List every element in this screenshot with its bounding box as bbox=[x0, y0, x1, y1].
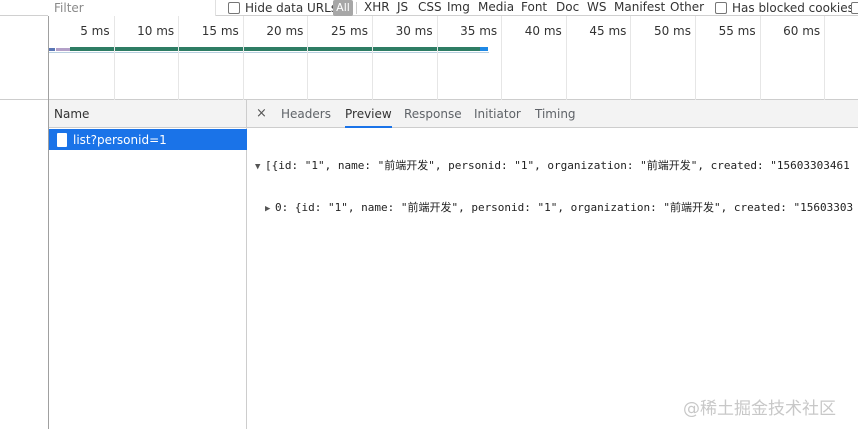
timeline-left-border bbox=[48, 16, 49, 100]
type-filter-manifest[interactable]: Manifest bbox=[614, 0, 665, 15]
type-filter-css[interactable]: CSS bbox=[418, 0, 442, 15]
timeline-overview[interactable]: 5 ms 10 ms 15 ms 20 ms 25 ms 30 ms 35 ms 40 ms 4… bbox=[0, 16, 858, 100]
tab-headers[interactable]: Headers bbox=[281, 100, 331, 128]
timeline-tick-label: 10 ms bbox=[137, 24, 175, 38]
checkbox-box[interactable] bbox=[851, 1, 858, 14]
filter-input[interactable] bbox=[48, 0, 216, 16]
timeline-gridline bbox=[307, 16, 309, 100]
document-icon bbox=[57, 132, 67, 147]
filter-toolbar: Hide data URLs All XHR JS CSS Img Media … bbox=[0, 0, 858, 16]
timeline-tick-label: 5 ms bbox=[80, 24, 110, 38]
checkbox-box[interactable] bbox=[715, 1, 727, 14]
timeline-tick-label: 60 ms bbox=[783, 24, 821, 38]
triangle-down-icon[interactable]: ▼ bbox=[255, 159, 265, 175]
tab-response[interactable]: Response bbox=[404, 100, 462, 128]
timeline-tick-label: 50 ms bbox=[653, 24, 691, 38]
tab-timing[interactable]: Timing bbox=[535, 100, 576, 128]
type-filter-xhr[interactable]: XHR bbox=[364, 0, 390, 15]
timeline-tick-label: 15 ms bbox=[201, 24, 239, 38]
request-details-pane: × Headers Preview Response Initiator Tim… bbox=[247, 100, 858, 429]
request-name: list?personid=1 bbox=[73, 132, 167, 147]
timeline-gridline bbox=[759, 16, 761, 100]
tab-initiator[interactable]: Initiator bbox=[474, 100, 521, 128]
timeline-download-bar bbox=[480, 47, 489, 51]
type-filter-media[interactable]: Media bbox=[478, 0, 514, 15]
has-blocked-cookies-label: Has blocked cookies bbox=[732, 0, 854, 15]
name-column-header[interactable]: Name bbox=[49, 100, 246, 128]
timeline-gridline bbox=[178, 16, 180, 100]
hide-data-urls-label: Hide data URLs bbox=[245, 0, 338, 15]
type-filter-ws[interactable]: WS bbox=[587, 0, 606, 15]
tab-preview[interactable]: Preview bbox=[345, 100, 392, 128]
request-list-pane: Name list?personid=1 bbox=[48, 100, 247, 429]
type-filter-doc[interactable]: Doc bbox=[556, 0, 579, 15]
extra-checkbox[interactable] bbox=[851, 0, 858, 15]
timeline-tick-label: 35 ms bbox=[460, 24, 498, 38]
triangle-right-icon[interactable]: ▶ bbox=[265, 201, 275, 217]
timeline-gridline bbox=[501, 16, 503, 100]
timeline-tick-label: 45 ms bbox=[589, 24, 627, 38]
timeline-gridline bbox=[630, 16, 632, 100]
type-filter-js[interactable]: JS bbox=[397, 0, 408, 15]
timeline-tick-label: 30 ms bbox=[395, 24, 433, 38]
timeline-gridline bbox=[695, 16, 696, 100]
json-preview: ▼ [{id: "1", name: "前端开发", personid: "1",… bbox=[255, 132, 853, 242]
type-filter-all[interactable]: All bbox=[333, 0, 353, 16]
timeline-tick-label: 20 ms bbox=[266, 24, 304, 38]
timeline-row-line bbox=[49, 52, 489, 53]
timeline-waiting-bar bbox=[70, 47, 481, 51]
timeline-gridline bbox=[565, 16, 567, 100]
watermark: @稀土掘金技术社区 bbox=[683, 399, 836, 419]
json-item-line[interactable]: ▶ 0: {id: "1", name: "前端开发", personid: "1… bbox=[255, 200, 853, 216]
timeline-queue-bar bbox=[56, 48, 70, 51]
details-tabbar: × Headers Preview Response Initiator Tim… bbox=[247, 100, 858, 128]
close-icon[interactable]: × bbox=[256, 106, 267, 121]
divider bbox=[356, 2, 357, 14]
timeline-gridline bbox=[372, 16, 373, 100]
has-blocked-cookies-checkbox[interactable]: Has blocked cookies bbox=[715, 0, 854, 15]
type-filter-font[interactable]: Font bbox=[521, 0, 547, 15]
timeline-tick-label: 25 ms bbox=[330, 24, 368, 38]
request-row[interactable]: list?personid=1 bbox=[49, 129, 247, 150]
hide-data-urls-checkbox[interactable]: Hide data URLs bbox=[228, 0, 337, 15]
type-filter-other[interactable]: Other bbox=[670, 0, 704, 15]
json-root-text: [{id: "1", name: "前端开发", personid: "1", … bbox=[265, 159, 850, 172]
timeline-gridline bbox=[436, 16, 438, 100]
timeline-gridline bbox=[113, 16, 115, 100]
json-item-text: 0: {id: "1", name: "前端开发", personid: "1"… bbox=[275, 201, 854, 214]
timeline-gridline bbox=[824, 16, 826, 100]
timeline-gridline bbox=[242, 16, 244, 100]
timeline-tick-label: 55 ms bbox=[718, 24, 756, 38]
timeline-stalled-bar bbox=[49, 48, 55, 51]
type-filter-img[interactable]: Img bbox=[447, 0, 470, 15]
checkbox-box[interactable] bbox=[228, 1, 240, 14]
timeline-tick-label: 40 ms bbox=[524, 24, 562, 38]
json-root-line[interactable]: ▼ [{id: "1", name: "前端开发", personid: "1",… bbox=[255, 158, 853, 174]
